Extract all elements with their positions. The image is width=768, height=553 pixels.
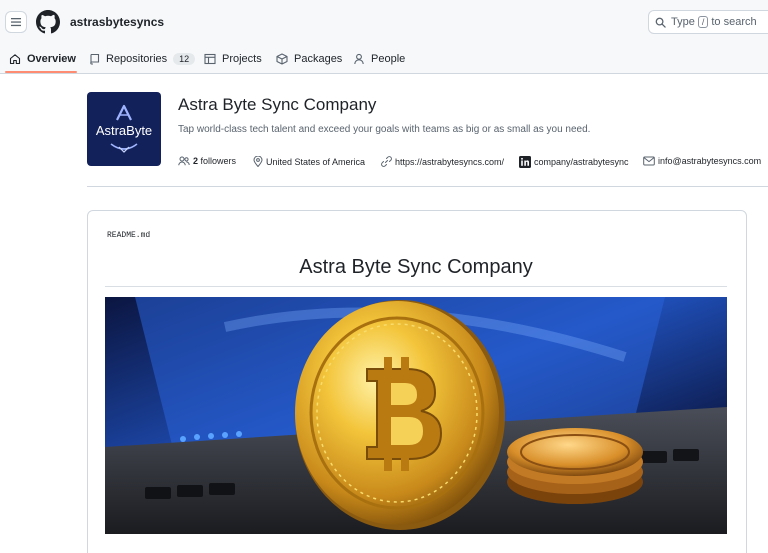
package-icon [276, 53, 288, 65]
mail-icon [643, 156, 655, 166]
linkedin-icon [519, 156, 531, 168]
org-nav-tabs: Overview Repositories 12 Projects Packag… [0, 44, 768, 74]
location-icon [253, 156, 263, 167]
readme-filename[interactable]: README.md [107, 231, 150, 240]
readme-heading: Astra Byte Sync Company [299, 256, 533, 278]
repo-icon [90, 53, 100, 65]
global-header: astrasbytesyncs Type / to search [0, 0, 768, 44]
location-item: United States of America [253, 156, 365, 167]
tab-repositories[interactable]: Repositories 12 [89, 44, 196, 74]
repositories-count-badge: 12 [173, 53, 196, 65]
website-url: https://astrabytesyncs.com/ [395, 156, 505, 167]
tab-people-label: People [371, 53, 406, 65]
search-input[interactable]: Type / to search [648, 10, 768, 34]
location-text: United States of America [266, 156, 366, 167]
search-shortcut-key: / [697, 16, 709, 28]
tab-packages[interactable]: Packages [276, 44, 342, 74]
org-avatar: AstraByte [87, 92, 161, 166]
org-description: Tap world-class tech talent and exceed y… [178, 124, 591, 135]
tab-overview[interactable]: Overview [9, 44, 76, 74]
avatar-wordmark: AstraByte [96, 123, 152, 138]
person-icon [354, 53, 364, 65]
table-icon [204, 53, 216, 65]
tab-overview-label: Overview [27, 53, 76, 65]
search-placeholder-suffix: to search [711, 16, 757, 28]
readme-heading-rule [105, 286, 727, 287]
tab-people[interactable]: People [353, 44, 405, 74]
home-icon [9, 54, 21, 65]
tab-repositories-label: Repositories [106, 53, 168, 65]
followers-link[interactable]: 2 followers [178, 156, 236, 166]
search-icon [655, 17, 666, 28]
followers-count: 2 [193, 156, 199, 166]
linkedin-link[interactable]: company/astrabytesync [519, 156, 629, 168]
tab-projects[interactable]: Projects [204, 44, 262, 74]
search-placeholder-prefix: Type [671, 16, 695, 28]
hamburger-icon [11, 18, 21, 27]
website-link[interactable]: https://astrabytesyncs.com/ [381, 156, 504, 167]
org-title: Astra Byte Sync Company [178, 95, 377, 114]
email-address: info@astrabytesyncs.com [658, 156, 762, 166]
link-icon [381, 156, 392, 167]
github-logo-icon[interactable] [36, 10, 60, 34]
linkedin-handle: company/astrabytesync [534, 157, 629, 167]
active-tab-indicator [5, 71, 77, 73]
tab-projects-label: Projects [222, 53, 262, 65]
profile-divider [87, 186, 768, 187]
menu-button[interactable] [5, 11, 27, 33]
org-name-link[interactable]: astrasbytesyncs [70, 15, 164, 29]
tab-packages-label: Packages [294, 53, 343, 65]
email-link[interactable]: info@astrabytesyncs.com [643, 156, 761, 166]
people-icon [178, 156, 190, 166]
followers-label: followers [200, 156, 237, 166]
readme-bitcoin-image [105, 297, 727, 534]
